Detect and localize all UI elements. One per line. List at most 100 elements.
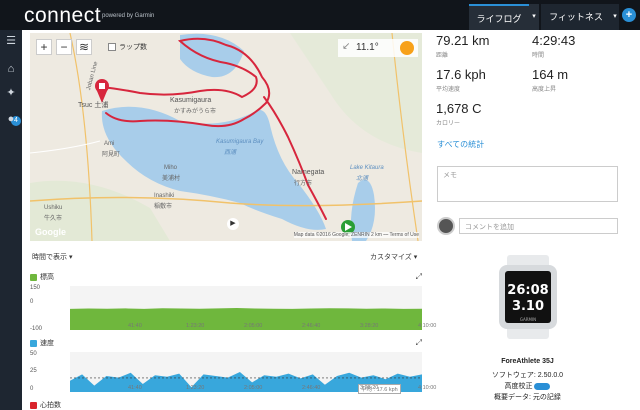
watch-body: 26:08 3.10 GARMIN [499, 265, 557, 329]
zoom-out-button[interactable]: − [56, 39, 72, 55]
connections-icon[interactable]: ✦ [4, 86, 18, 100]
map-label: 美浦村 [162, 176, 181, 182]
map-label: 阿見町 [102, 152, 121, 158]
y-tick: -100 [30, 326, 43, 332]
chart-title: 心拍数 [40, 402, 61, 409]
wind-icon: ↙ [342, 41, 351, 52]
tab-fitness[interactable]: フィットネス [541, 4, 611, 30]
zoom-in-button[interactable]: + [36, 39, 52, 55]
x-tick: 2:46:40 [302, 323, 321, 329]
calibration-toggle[interactable] [534, 382, 551, 390]
x-tick: 1:23:20 [186, 323, 205, 329]
x-tick: 4:10:00 [418, 385, 437, 391]
stat-label: 距離 [436, 53, 449, 59]
x-tick: 3:28:20 [360, 323, 379, 329]
map-label: 稲敷市 [154, 204, 173, 210]
map-label: 北浦 [356, 176, 369, 182]
y-tick: 0 [30, 386, 34, 392]
time-view-dropdown[interactable]: 時間で表示 ▾ [32, 252, 72, 262]
x-tick: 41:40 [128, 323, 142, 329]
map-label: Kasumigaura [170, 97, 212, 104]
map-label: Kasumigaura Bay [216, 139, 264, 145]
top-bar: connect powered by Garmin ライフログ ▾ フィットネス… [0, 0, 640, 30]
stat-label: カロリー [436, 121, 461, 127]
lap-label: ラップ数 [119, 44, 147, 51]
x-tick: 2:05:00 [244, 385, 263, 391]
tab-fitness-dropdown[interactable]: ▾ [611, 4, 619, 30]
all-stats-link[interactable]: すべての統計 [437, 139, 484, 150]
stat-elevation-gain: 164 m 高度上昇 [532, 67, 622, 93]
comment-row: コメントを追加 [437, 215, 618, 237]
inbox-icon[interactable]: ⌂ [4, 62, 18, 76]
stat-time: 4:29:43 時間 [532, 33, 622, 59]
menu-icon[interactable]: ☰ [4, 34, 18, 48]
tab-lifelog[interactable]: ライフログ [469, 4, 529, 30]
map-label: Lake Kitaura [350, 165, 384, 171]
stat-label: 高度上昇 [532, 87, 557, 93]
google-logo: Google [35, 227, 66, 237]
expand-icon[interactable]: ⤢ [416, 272, 422, 282]
speed-chart: 速度 ⤢ 50 25 0 平均 : 17.6 kph 41:40 1:23:20 2… [30, 338, 436, 400]
lap-checkbox[interactable] [108, 43, 116, 51]
chart-header: 速度 [30, 338, 54, 348]
memo-input[interactable]: メモ [437, 166, 618, 202]
avatar [437, 217, 455, 235]
stat-calories: 1,678 C カロリー [436, 101, 526, 127]
calibration-label: 高度校正 [504, 383, 533, 390]
sidebar: ☰ ⌂ ✦ 4 ● [0, 30, 22, 410]
device-software: ソフトウェア: 2.50.0.0 [491, 372, 564, 379]
y-tick: 150 [30, 285, 41, 291]
tab-lifelog-dropdown[interactable]: ▾ [529, 4, 539, 30]
x-tick: 4:10:00 [418, 323, 437, 329]
layers-icon[interactable]: ≋ [76, 39, 92, 55]
add-icon[interactable]: + [622, 8, 636, 22]
stat-value: 1,678 C [436, 101, 482, 116]
customize-dropdown[interactable]: カスタマイズ ▾ [370, 252, 417, 262]
x-tick: 2:05:00 [244, 323, 263, 329]
chart-color-swatch [30, 401, 37, 409]
altitude-calibration: 高度校正 [437, 381, 618, 391]
play-icon[interactable]: ▶ [227, 218, 239, 230]
logo-subtitle: powered by Garmin [102, 13, 155, 19]
chart-header: 標高 [30, 272, 54, 282]
x-tick: 1:23:20 [186, 385, 205, 391]
weather-widget: ↙ 11.1° [338, 39, 418, 57]
watch-brand: GARMIN [519, 317, 537, 322]
user-icon[interactable]: ● [4, 112, 18, 126]
chart-color-swatch [30, 273, 37, 281]
expand-icon[interactable]: ⤢ [416, 338, 422, 348]
stat-label: 平均速度 [436, 87, 461, 93]
stat-label: 時間 [532, 53, 545, 59]
chart-header: 心拍数 [30, 400, 61, 410]
map-label: Namegata [292, 169, 325, 176]
chart-title: 速度 [40, 340, 54, 347]
y-tick: 25 [30, 368, 37, 374]
stat-value: 4:29:43 [532, 33, 576, 48]
watch-face: 26:08 3.10 GARMIN [505, 271, 551, 323]
temperature: 11.1° [356, 42, 379, 53]
device-panel: 26:08 3.10 GARMIN ForeAthlete 35J ソフトウェア… [437, 240, 618, 410]
map-label: Ami [104, 141, 115, 147]
lap-toggle[interactable]: ラップ数 [108, 42, 147, 52]
x-tick: 41:40 [128, 385, 142, 391]
route-map[interactable]: + − ≋ ラップ数 ↙ 11.1° Joban Line Tsuc 土浦 Ka… [30, 33, 422, 241]
watch-date: 3.10 [511, 299, 545, 314]
summary-data: 概要データ: 元の記録 [494, 394, 561, 401]
comment-input[interactable]: コメントを追加 [459, 218, 618, 234]
map-label: かすみがうら市 [174, 109, 217, 115]
elevation-chart: 標高 ⤢ 150 0 -100 41:40 1:23:20 2:05:00 2:46:… [30, 272, 436, 334]
x-tick: 3:28:20 [360, 385, 379, 391]
device-name: ForeAthlete 35J [501, 358, 554, 365]
stat-avg-speed: 17.6 kph 平均速度 [436, 67, 526, 93]
map-attribution[interactable]: Map data ©2016 Google, ZENRIN 2 km ⎯⎯ Te… [293, 232, 419, 238]
map-label: Miho [164, 165, 178, 171]
chart-title: 標高 [40, 274, 54, 281]
chart-color-swatch [30, 339, 37, 347]
map-label: Tsuc 土浦 [78, 102, 109, 109]
stat-value: 164 m [532, 67, 569, 82]
connect-logo[interactable]: connect [24, 4, 101, 28]
watch-image: 26:08 3.10 GARMIN [499, 255, 557, 339]
map-graphic [30, 33, 422, 241]
x-tick: 2:46:40 [302, 385, 321, 391]
map-label: 行方市 [294, 181, 313, 187]
